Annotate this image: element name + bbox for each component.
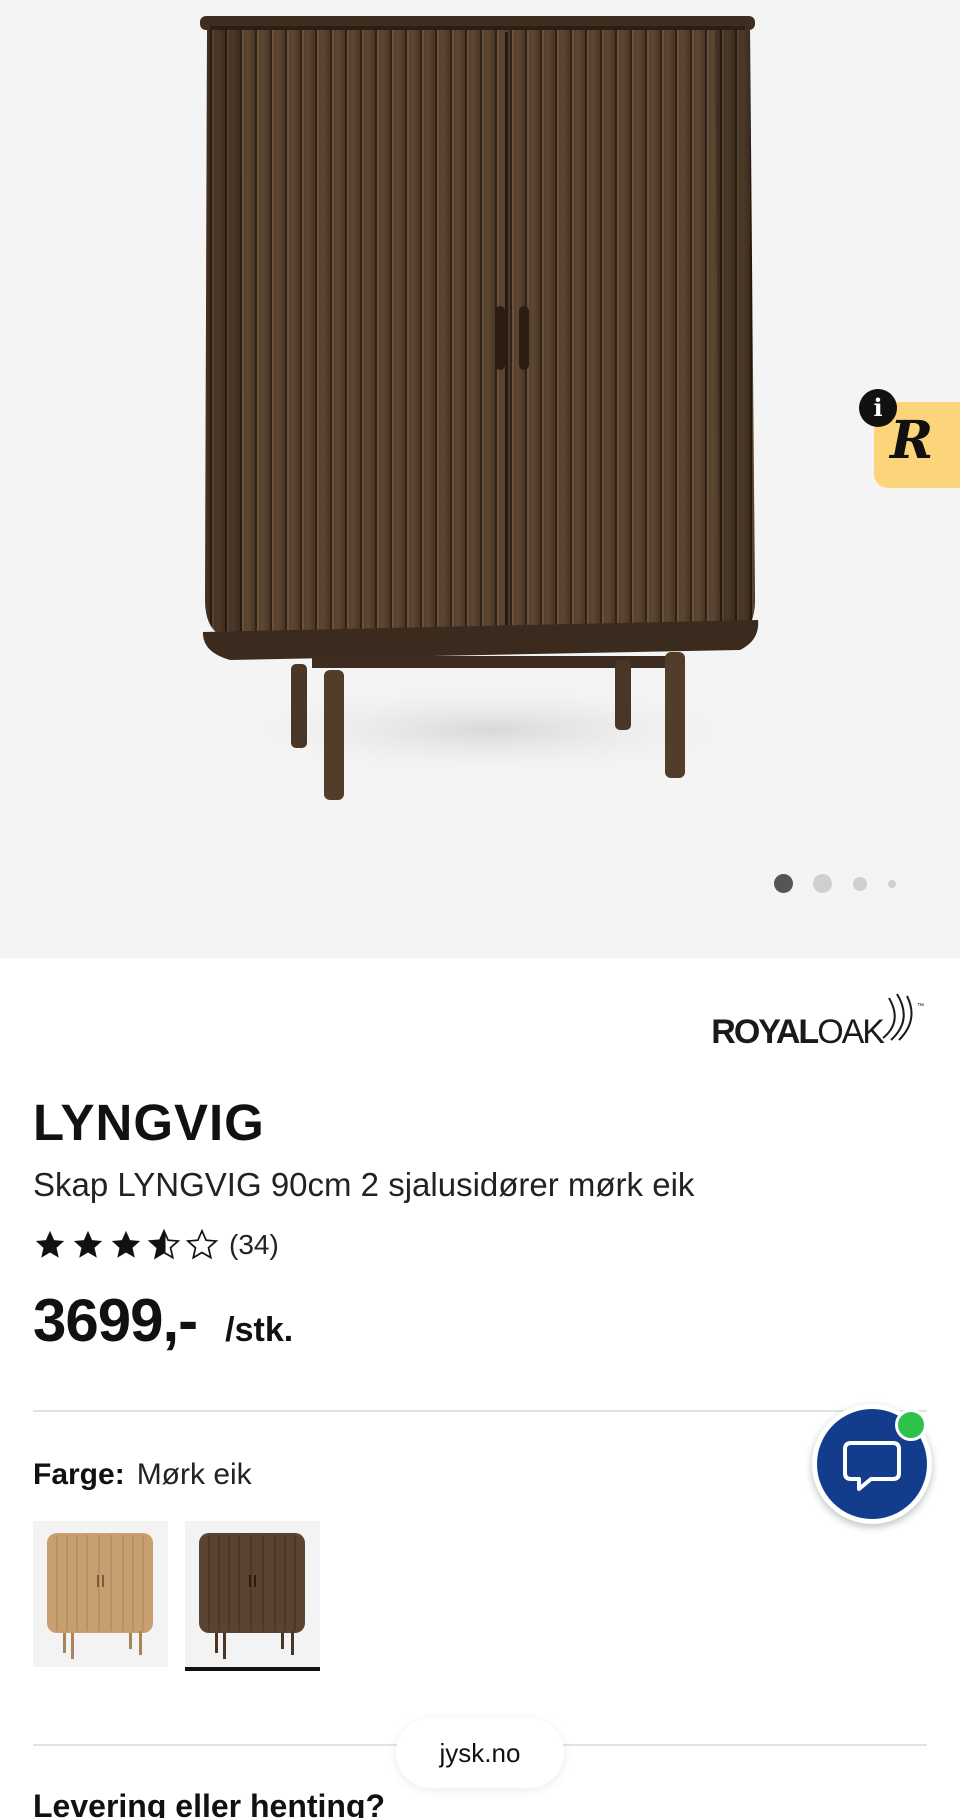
brand-swoosh-icon: [882, 993, 913, 1041]
brand-logo-royal-oak: ROYAL OAK ™: [711, 992, 926, 1052]
online-status-indicator: [895, 1409, 927, 1441]
product-description: Skap LYNGVIG 90cm 2 sjalusidører mørk ei…: [33, 1166, 695, 1203]
product-price: 3699,- /stk.: [33, 1286, 293, 1355]
color-label: Farge:: [33, 1458, 125, 1491]
star-full-icon: [73, 1230, 103, 1258]
info-icon[interactable]: i: [859, 389, 897, 427]
divider: [33, 1410, 927, 1412]
gallery-dot-3[interactable]: [853, 877, 867, 891]
trademark-symbol: ™: [917, 1003, 924, 1010]
review-count[interactable]: (34): [229, 1229, 279, 1261]
star-empty-icon: [185, 1228, 219, 1260]
color-swatch-natural-oak[interactable]: [33, 1521, 168, 1667]
color-swatch-dark-oak[interactable]: [185, 1521, 320, 1671]
color-value: Mørk eik: [136, 1458, 252, 1491]
cabinet-dark-oak-thumbnail: [199, 1533, 305, 1659]
price-amount: 3699,-: [33, 1287, 198, 1354]
product-name: LYNGVIG: [33, 1094, 265, 1151]
product-rating[interactable]: (34): [33, 1225, 279, 1265]
gallery-dot-2[interactable]: [813, 874, 832, 893]
chat-button[interactable]: [812, 1404, 932, 1524]
star-full-icon: [35, 1230, 65, 1258]
brand-oak-text: OAK: [817, 1013, 885, 1051]
star-half-icon: [147, 1228, 181, 1260]
color-selector-label: Farge: Mørk eik: [33, 1458, 252, 1492]
price-unit: /stk.: [225, 1311, 294, 1349]
cabinet-dark-oak-image: [200, 16, 770, 800]
product-image-gallery[interactable]: R i: [0, 0, 960, 958]
cabinet-natural-oak-thumbnail: [47, 1533, 153, 1659]
r-logo-icon: R: [890, 410, 934, 471]
brand-royal-text: ROYAL: [711, 1013, 819, 1051]
rating-stars: [33, 1228, 219, 1262]
browser-url-pill[interactable]: jysk.no: [396, 1718, 564, 1788]
gallery-dot-1[interactable]: [774, 874, 793, 893]
star-full-icon: [111, 1230, 141, 1258]
delivery-heading: Levering eller henting?: [33, 1788, 386, 1818]
gallery-dot-4[interactable]: [888, 880, 896, 888]
